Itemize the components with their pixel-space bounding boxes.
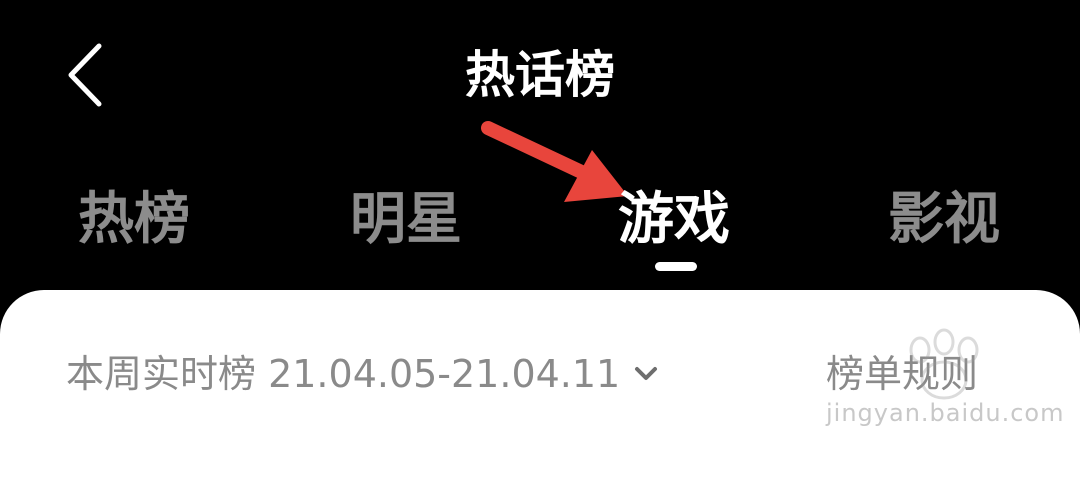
ranking-card: 本周实时榜 21.04.05-21.04.11 榜单规则 jingyan.bai… bbox=[0, 290, 1080, 490]
tab-stars[interactable]: 明星 bbox=[350, 180, 462, 260]
period-label: 本周实时榜 21.04.05-21.04.11 bbox=[66, 352, 621, 396]
baidu-paw-watermark-icon bbox=[909, 328, 979, 400]
active-tab-indicator bbox=[655, 262, 697, 271]
tab-film-tv[interactable]: 影视 bbox=[888, 180, 1000, 260]
watermark-text: jingyan.baidu.com bbox=[826, 399, 1065, 427]
period-selector[interactable]: 本周实时榜 21.04.05-21.04.11 bbox=[66, 344, 658, 404]
chevron-down-icon bbox=[634, 362, 658, 386]
tab-games[interactable]: 游戏 bbox=[618, 180, 730, 260]
category-tabs: 热榜 明星 游戏 影视 bbox=[0, 180, 1080, 280]
tab-hot[interactable]: 热榜 bbox=[78, 180, 190, 260]
page-title: 热话榜 bbox=[465, 46, 615, 104]
